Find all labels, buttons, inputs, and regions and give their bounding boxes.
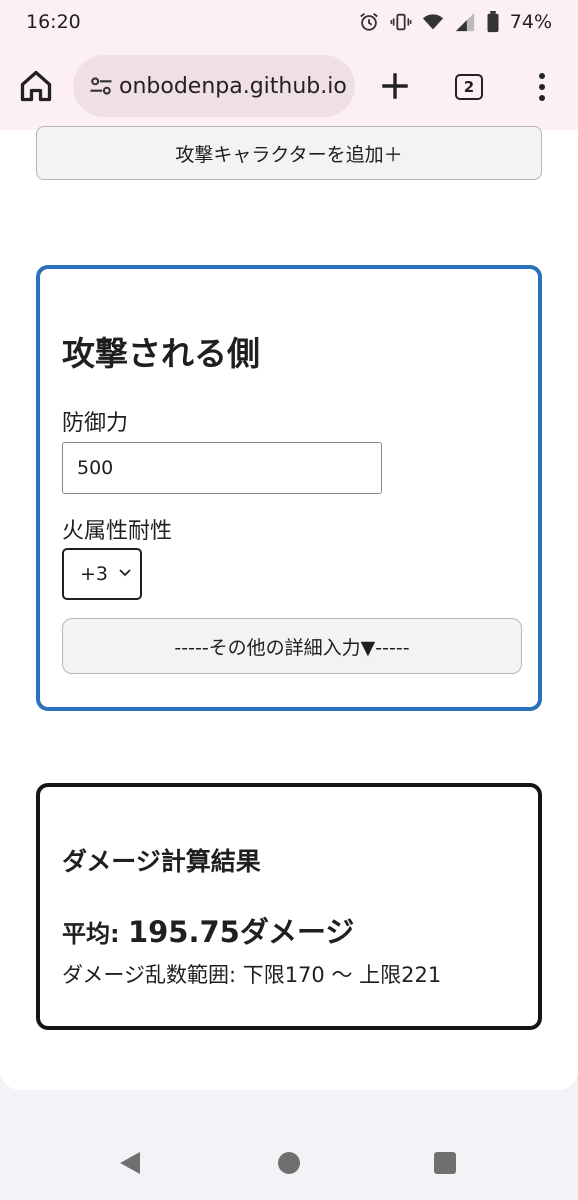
result-title: ダメージ計算結果 (62, 847, 261, 876)
average-label: 平均: (62, 920, 128, 948)
fire-resist-value: +3 (80, 563, 109, 585)
fire-resist-label: 火属性耐性 (62, 519, 173, 544)
battery-icon (487, 11, 499, 33)
url-text: onbodenpa.github.io (119, 73, 347, 99)
web-page: 攻撃キャラクターを追加＋ 攻撃される側 防御力 火属性耐性 +3 -----その… (0, 126, 578, 1090)
defense-label: 防御力 (62, 411, 129, 436)
browser-toolbar: onbodenpa.github.io 2 (0, 44, 578, 130)
defender-title: 攻撃される側 (62, 334, 260, 373)
vibrate-icon (390, 13, 412, 31)
battery-percent: 74% (509, 11, 552, 33)
chevron-down-icon (119, 569, 131, 577)
result-panel: ダメージ計算結果 平均: 195.75ダメージ ダメージ乱数範囲: 下限170 … (36, 783, 542, 1030)
alarm-icon (359, 13, 378, 31)
address-bar[interactable]: onbodenpa.github.io (73, 55, 355, 117)
average-damage: 平均: 195.75ダメージ (62, 909, 354, 951)
status-time: 16:20 (26, 11, 81, 33)
damage-range: ダメージ乱数範囲: 下限170 〜 上限221 (62, 963, 442, 987)
status-bar: 16:20 74% (0, 0, 578, 44)
fire-resist-select[interactable]: +3 (62, 548, 142, 600)
system-nav-bar (0, 1090, 578, 1200)
recents-icon[interactable] (434, 1152, 456, 1174)
add-attacker-button[interactable]: 攻撃キャラクターを追加＋ (36, 126, 542, 180)
more-vert-icon[interactable] (530, 70, 554, 104)
wifi-icon (422, 14, 443, 30)
site-settings-icon[interactable] (87, 72, 115, 100)
plus-icon[interactable] (378, 69, 412, 103)
home-icon[interactable] (18, 68, 54, 104)
signal-icon (455, 12, 474, 32)
defense-input[interactable] (62, 442, 382, 494)
average-value: 195.75ダメージ (127, 915, 355, 949)
details-toggle-button[interactable]: -----その他の詳細入力▼----- (62, 618, 522, 674)
back-icon[interactable] (118, 1150, 142, 1176)
status-icons: 74% (358, 11, 552, 33)
tab-switcher-button[interactable]: 2 (455, 74, 483, 100)
defender-panel: 攻撃される側 防御力 火属性耐性 +3 -----その他の詳細入力▼----- (36, 265, 542, 711)
home-nav-icon[interactable] (278, 1152, 300, 1174)
